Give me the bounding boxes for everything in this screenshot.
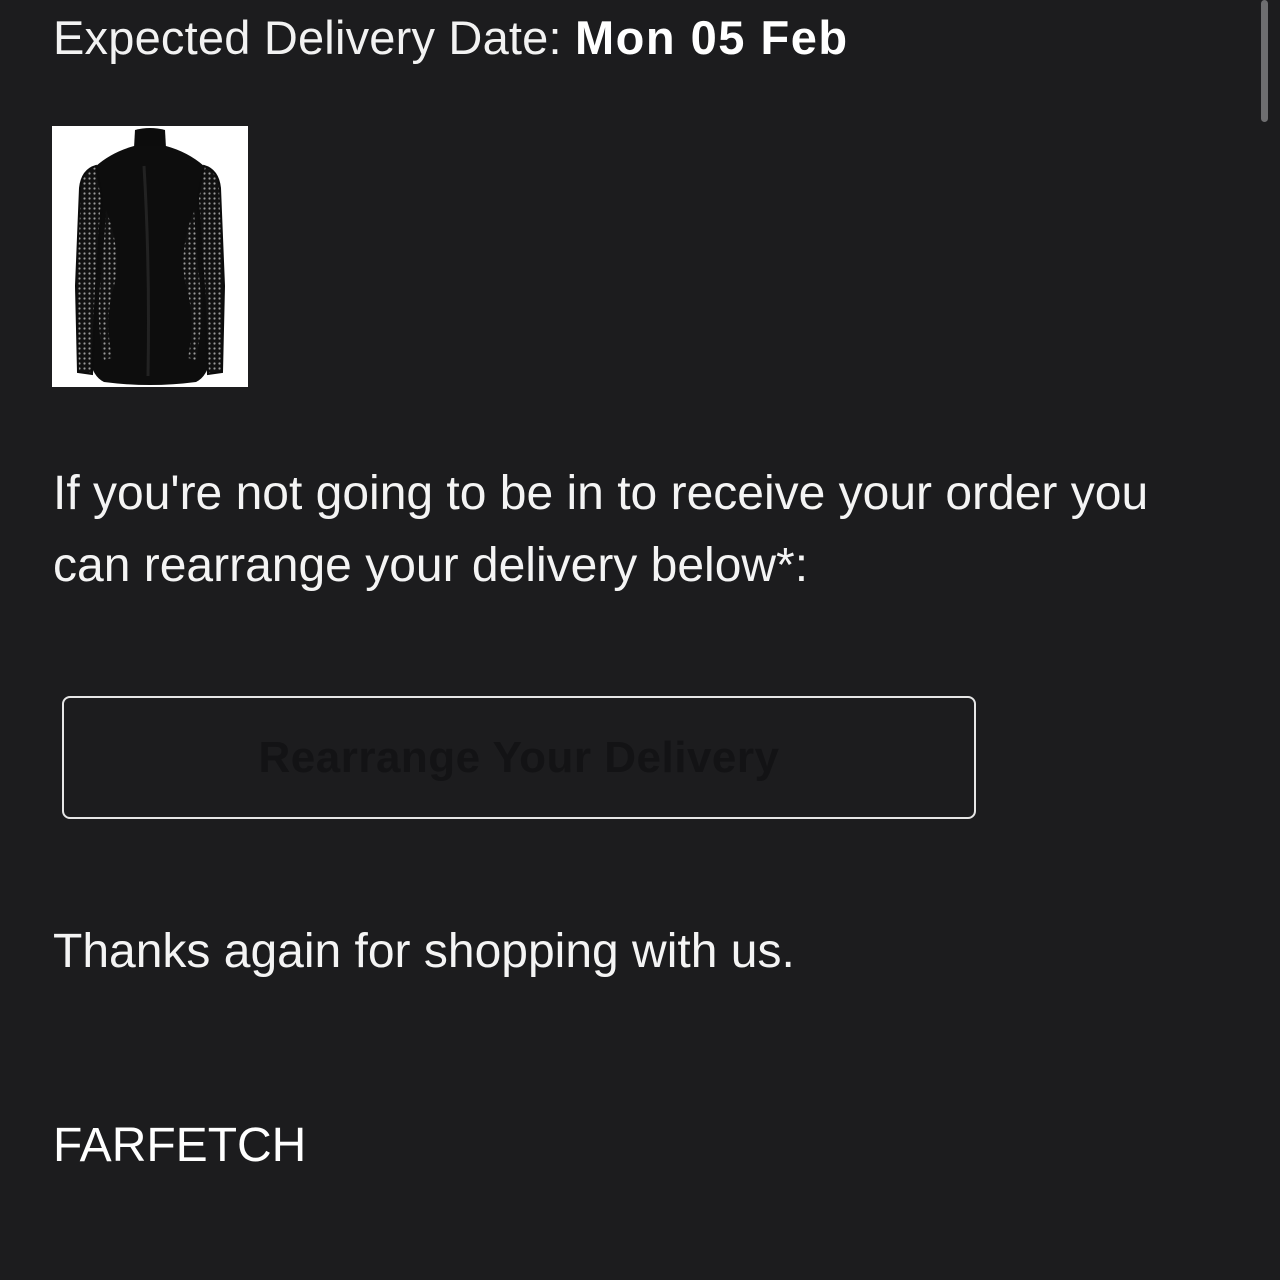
thanks-message: Thanks again for shopping with us. <box>53 925 795 978</box>
rearrange-delivery-button-label: Rearrange Your Delivery <box>258 732 780 782</box>
email-body: Expected Delivery Date: Mon 05 Feb If yo… <box>0 0 1280 1280</box>
expected-delivery-date: Mon 05 Feb <box>575 11 849 64</box>
product-image[interactable] <box>52 126 248 387</box>
dress-illustration <box>74 128 226 385</box>
expected-delivery-label: Expected Delivery Date: <box>53 11 576 64</box>
brand-signoff: FARFETCH <box>53 1119 307 1172</box>
vertical-scrollbar[interactable] <box>1261 0 1268 122</box>
expected-delivery-line: Expected Delivery Date: Mon 05 Feb <box>53 8 849 68</box>
rearrange-delivery-button[interactable]: Rearrange Your Delivery <box>62 696 976 819</box>
rearrange-instructions: If you're not going to be in to receive … <box>53 467 1149 592</box>
